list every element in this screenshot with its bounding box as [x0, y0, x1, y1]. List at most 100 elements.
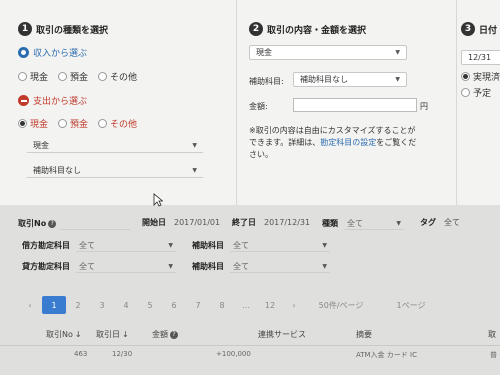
account-select[interactable]: 現金 ▼	[26, 138, 204, 153]
page-4[interactable]: 4	[114, 296, 138, 314]
option-label: 予定	[473, 89, 492, 99]
page-7[interactable]: 7	[186, 296, 210, 314]
radio-icon	[98, 72, 108, 81]
step1-number-badge: 1	[18, 22, 32, 36]
expense-option-deposit[interactable]: 預金	[58, 117, 88, 130]
note-line: できます。詳細は、勘定科目の設定をご覧くだ	[249, 137, 439, 149]
cell-date: 12/30	[112, 350, 133, 358]
caret-down-icon: ▼	[168, 262, 173, 270]
step2-number-badge: 2	[249, 22, 263, 36]
prev-page-button[interactable]: ‹	[18, 296, 42, 314]
debit-value: 全て	[79, 240, 95, 250]
radio-icon	[461, 88, 470, 97]
tag-input[interactable]: 全て	[444, 217, 460, 228]
radio-icon	[18, 72, 27, 81]
col-service: 連携サービス	[258, 329, 306, 340]
amount-input[interactable]	[293, 98, 417, 112]
income-option-cash[interactable]: 現金	[18, 70, 48, 83]
col-txn-no[interactable]: 取引No ↓	[46, 329, 82, 340]
step2-heading: 2 取引の内容・金額を選択	[249, 22, 366, 36]
income-option-deposit[interactable]: 預金	[58, 70, 88, 83]
end-date-input[interactable]: 2017/12/31	[264, 218, 310, 227]
radio-selected-icon	[18, 119, 27, 128]
help-icon[interactable]: ?	[170, 330, 178, 339]
step2-sub-select[interactable]: 補助科目なし ▼	[293, 72, 407, 87]
radio-selected-icon	[461, 72, 470, 81]
tag-filter: タグ 全て	[420, 217, 460, 228]
help-icon[interactable]: ?	[48, 219, 57, 228]
cell-memo: ATM入金 カード IC	[356, 351, 417, 359]
sub-account-select[interactable]: 補助科目なし ▼	[26, 163, 204, 178]
type-label: 種類	[322, 219, 338, 228]
page-last[interactable]: 12	[258, 296, 282, 314]
step1-heading: 1 取引の種類を選択	[18, 22, 108, 36]
page-1[interactable]: 1	[42, 296, 66, 314]
income-option-other[interactable]: その他	[98, 70, 137, 83]
debit-sub-select[interactable]: 全て ▼	[230, 239, 330, 252]
sub-account-select-value: 補助科目なし	[33, 166, 81, 175]
start-date-filter: 開始日 2017/01/01	[142, 217, 220, 228]
option-label: その他	[110, 73, 138, 83]
credit-sub-select[interactable]: 全て ▼	[230, 260, 330, 273]
page-8[interactable]: 8	[210, 296, 234, 314]
planned-radio[interactable]: 予定	[461, 86, 491, 99]
caret-down-icon: ▼	[395, 76, 400, 83]
caret-down-icon: ▼	[322, 241, 327, 249]
income-label: 収入から選ぶ	[33, 49, 88, 59]
header-label: 連携サービス	[258, 330, 306, 339]
step3-number-badge: 3	[461, 22, 475, 36]
per-page-select[interactable]: 50件/ページ	[306, 296, 376, 314]
page-3[interactable]: 3	[90, 296, 114, 314]
txn-no-label: 取引No	[18, 219, 47, 228]
yen-unit: 円	[420, 102, 428, 111]
page-select[interactable]: 1ページ	[376, 296, 446, 314]
debit-select[interactable]: 全て ▼	[76, 239, 176, 252]
tag-label: タグ	[420, 218, 436, 227]
amount-label: 金額:	[249, 102, 268, 111]
debit-label: 借方勘定科目	[22, 241, 70, 250]
income-options: 現金 預金 その他	[18, 70, 137, 83]
date-input[interactable]: 12/31	[461, 50, 500, 65]
option-label: その他	[110, 120, 138, 130]
step3-column: 3 日付 12/31 実現済 予定	[456, 0, 500, 205]
option-label: 現金	[30, 120, 49, 130]
start-date-label: 開始日	[142, 218, 166, 227]
page-2[interactable]: 2	[66, 296, 90, 314]
account-settings-link[interactable]: 勘定科目の設定	[320, 138, 376, 147]
expense-option-cash[interactable]: 現金	[18, 117, 48, 130]
debit-sub-value: 全て	[233, 240, 249, 250]
expense-radio[interactable]: 支出から選ぶ	[18, 94, 87, 107]
debit-sub-label: 補助科目	[192, 241, 224, 250]
income-radio[interactable]: 収入から選ぶ	[18, 46, 87, 59]
note-line: さい。	[249, 150, 273, 159]
entry-panel: 1 取引の種類を選択 収入から選ぶ 現金 預金 その他 支出から選ぶ 現金 預金…	[0, 0, 500, 205]
header-label: 取引日	[96, 330, 120, 339]
debit-sub-filter: 補助科目 全て ▼	[192, 239, 330, 252]
option-label: 預金	[70, 73, 89, 83]
step3-heading: 3 日付	[461, 22, 497, 36]
type-select[interactable]: 全て ▼	[344, 217, 404, 230]
header-label: 摘要	[356, 330, 372, 339]
income-radio-icon	[18, 47, 29, 58]
expense-option-other[interactable]: その他	[98, 117, 137, 130]
end-date-filter: 終了日 2017/12/31	[232, 217, 310, 228]
start-date-input[interactable]: 2017/01/01	[174, 218, 220, 227]
page-6[interactable]: 6	[162, 296, 186, 314]
step1-column: 1 取引の種類を選択 収入から選ぶ 現金 預金 その他 支出から選ぶ 現金 預金…	[18, 0, 228, 205]
type-filter: 種類 全て ▼	[322, 217, 404, 230]
credit-select[interactable]: 全て ▼	[76, 260, 176, 273]
sort-down-icon: ↓	[122, 330, 129, 339]
expense-options: 現金 預金 その他	[18, 117, 137, 130]
minus-icon	[18, 95, 29, 106]
col-memo: 摘要	[356, 329, 372, 340]
next-page-button[interactable]: ›	[282, 296, 306, 314]
caret-down-icon: ▼	[395, 49, 400, 56]
type-value: 全て	[347, 218, 363, 228]
txn-no-input[interactable]	[60, 217, 131, 230]
content-select[interactable]: 現金 ▼	[249, 45, 407, 60]
step1-title: 取引の種類を選択	[36, 25, 109, 36]
page-5[interactable]: 5	[138, 296, 162, 314]
realized-radio[interactable]: 実現済	[461, 70, 500, 83]
col-date[interactable]: 取引日 ↓	[96, 329, 129, 340]
account-select-value: 現金	[33, 141, 49, 150]
